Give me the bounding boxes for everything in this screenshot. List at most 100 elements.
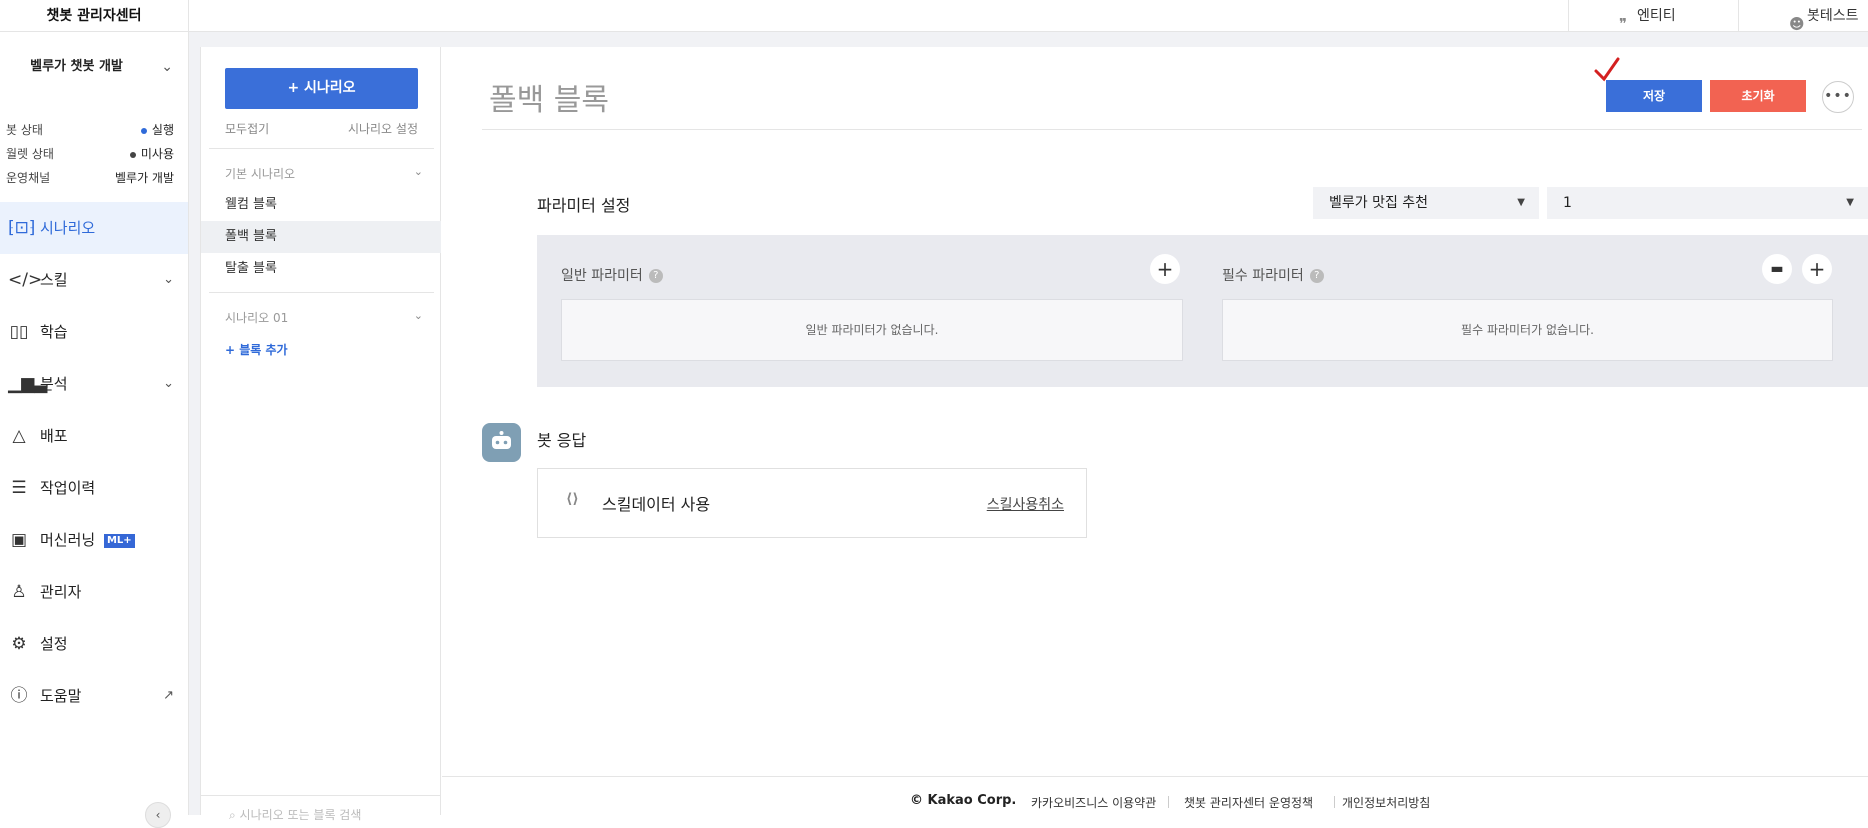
sidebar-nav: ⁅⊡⁆ 시나리오 </> 스킬 ⌄ ▯▯ 학습 ▁▆▃ 분석 ⌄ △ 배포 ☰ … [0, 202, 188, 722]
chart-icon: ▁▆▃ [8, 374, 48, 394]
status-dot-icon [140, 127, 147, 134]
header-link-label: 봇테스트 [1807, 8, 1859, 24]
sidebar-item-label: 설정 [40, 635, 68, 653]
select-value: 벨루가 맛집 추천 [1329, 195, 1429, 211]
deploy-icon: △ [12, 426, 26, 446]
scenario-search-input[interactable]: ⌕ 시나리오 또는 블록 검색 [201, 795, 441, 825]
required-params-empty: 필수 파라미터가 없습니다. [1222, 299, 1833, 361]
skill-cancel-link[interactable]: 스킬사용취소 [987, 494, 1064, 514]
group-label: 기본 시나리오 [225, 167, 296, 181]
scenario-actions: 모두접기 시나리오 설정 [225, 120, 418, 136]
help-icon[interactable]: ? [648, 269, 663, 283]
caret-down-icon: ▼ [1517, 197, 1525, 208]
divider [209, 292, 434, 293]
sidebar-item-label: 배포 [40, 427, 68, 445]
ml-badge: ML+ [103, 533, 135, 548]
scenario-group-basic[interactable]: 기본 시나리오 ⌄ [225, 165, 425, 181]
save-button[interactable]: 저장 [1606, 80, 1702, 112]
status-value: 벨루가 개발 [114, 171, 174, 185]
scenario-settings-link[interactable]: 시나리오 설정 [348, 120, 418, 137]
bot-avatar-icon [482, 423, 521, 462]
param-settings-label: 파라미터 설정 [537, 196, 631, 215]
chevron-down-icon: ⌄ [163, 376, 174, 391]
reset-button[interactable]: 초기화 [1710, 80, 1806, 112]
footer-separator [1334, 796, 1335, 808]
history-icon: ☰ [11, 478, 27, 498]
sidebar-item-analysis[interactable]: ▁▆▃ 분석 ⌄ [0, 358, 188, 410]
add-scenario-button[interactable]: + 시나리오 [225, 68, 418, 109]
sidebar-item-admin[interactable]: ♙ 관리자 [0, 566, 188, 618]
status-value: 실행 [151, 123, 174, 137]
status-dot-icon [129, 151, 136, 158]
main-content: 폴백 블록 저장 초기화 ••• 파라미터 설정 벨루가 맛집 추천 ▼ 1 ▼… [442, 47, 1868, 815]
sidebar: 벨루가 챗봇 개발 ⌄ 봇 상태 실행 월렛 상태 미사용 운영채널 벨루가 개… [0, 32, 189, 828]
sidebar-item-label: 작업이력 [40, 479, 96, 497]
scenario-group-01[interactable]: 시나리오 01 ⌄ [225, 309, 425, 325]
admin-icon: ♙ [11, 582, 27, 602]
header-link-label: 엔티티 [1637, 8, 1676, 24]
search-placeholder: 시나리오 또는 블록 검색 [239, 808, 362, 822]
number-select-dropdown[interactable]: 1 ▼ [1547, 187, 1868, 219]
chevron-down-icon: ⌄ [413, 309, 423, 322]
sidebar-item-scenario[interactable]: ⁅⊡⁆ 시나리오 [0, 202, 188, 254]
sidebar-item-ml[interactable]: ▣ 머신러닝 ML+ [0, 514, 188, 566]
status-value: 미사용 [140, 147, 174, 161]
group-label: 시나리오 01 [225, 311, 289, 325]
bot-selector[interactable]: 벨루가 챗봇 개발 ⌄ [0, 52, 189, 82]
block-fallback[interactable]: 폴백 블록 [201, 221, 441, 253]
folder-button[interactable]: ▬ [1762, 254, 1792, 284]
divider [209, 148, 434, 149]
chevron-down-icon: ⌄ [413, 165, 423, 178]
status-label: 월렛 상태 [6, 147, 54, 161]
general-params-empty: 일반 파라미터가 없습니다. [561, 299, 1183, 361]
gear-icon: ⚙ [11, 634, 27, 654]
collapse-all-link[interactable]: 모두접기 [225, 122, 269, 136]
help-icon[interactable]: ? [1309, 269, 1324, 283]
copyright: © Kakao Corp. [910, 793, 1017, 808]
block-welcome[interactable]: 웰컴 블록 [201, 189, 441, 221]
bot-response-label: 봇 응답 [537, 431, 587, 450]
search-icon: ⌕ [229, 808, 240, 822]
chevron-down-icon: ⌄ [163, 272, 174, 287]
title-divider [482, 129, 1862, 130]
chip-icon: ▣ [10, 530, 28, 550]
required-params-header: 필수 파라미터? [1222, 265, 1324, 285]
add-general-param-button[interactable]: + [1150, 254, 1180, 284]
footer: © Kakao Corp. 카카오비즈니스 이용약관 챗봇 관리자센터 운영정책… [442, 776, 1868, 816]
add-required-param-button[interactable]: + [1802, 254, 1832, 284]
sidebar-item-skill[interactable]: </> 스킬 ⌄ [0, 254, 188, 306]
code-bracket-icon: ⟨⟩ [566, 491, 579, 507]
footer-link-privacy[interactable]: 개인정보처리방침 [1342, 794, 1430, 811]
help-icon: ⓘ [10, 686, 28, 706]
sidebar-item-settings[interactable]: ⚙ 설정 [0, 618, 188, 670]
header-link-entity[interactable]: ❞ 엔티티 [1568, 0, 1738, 33]
select-value: 1 [1563, 195, 1572, 211]
bot-name: 벨루가 챗봇 개발 [30, 59, 123, 74]
sidebar-item-label: 머신러닝 [40, 531, 96, 549]
sidebar-item-help[interactable]: ⓘ 도움말 ↗ [0, 670, 188, 722]
footer-link-policy[interactable]: 챗봇 관리자센터 운영정책 [1184, 794, 1313, 811]
bot-select-dropdown[interactable]: 벨루가 맛집 추천 ▼ [1313, 187, 1539, 219]
header-link-bottest[interactable]: ☻ 봇테스트 [1738, 0, 1868, 33]
top-gap [200, 32, 1868, 47]
sidebar-item-label: 스킬 [40, 271, 68, 289]
app-title[interactable]: 챗봇 관리자센터 [0, 0, 189, 32]
sidebar-item-label: 학습 [40, 323, 68, 341]
status-bot: 봇 상태 실행 [6, 120, 174, 140]
sidebar-item-label: 도움말 [40, 687, 82, 705]
sidebar-collapse-button[interactable]: ‹ [145, 802, 171, 828]
more-options-button[interactable]: ••• [1822, 81, 1854, 113]
footer-link-terms[interactable]: 카카오비즈니스 이용약관 [1031, 794, 1156, 811]
sidebar-item-history[interactable]: ☰ 작업이력 [0, 462, 188, 514]
sidebar-item-learning[interactable]: ▯▯ 학습 [0, 306, 188, 358]
block-exit[interactable]: 탈출 블록 [201, 253, 441, 285]
book-icon: ▯▯ [9, 322, 29, 342]
sidebar-item-label: 시나리오 [40, 219, 96, 237]
page-title[interactable]: 폴백 블록 [489, 75, 609, 119]
add-block-link[interactable]: + 블록 추가 [225, 341, 288, 358]
skill-data-card: ⟨⟩ 스킬데이터 사용 스킬사용취소 [537, 468, 1087, 538]
folder-icon: ▬ [1770, 261, 1784, 277]
sidebar-item-deploy[interactable]: △ 배포 [0, 410, 188, 462]
general-params-label: 일반 파라미터 [561, 268, 643, 284]
status-label: 운영채널 [6, 171, 51, 185]
